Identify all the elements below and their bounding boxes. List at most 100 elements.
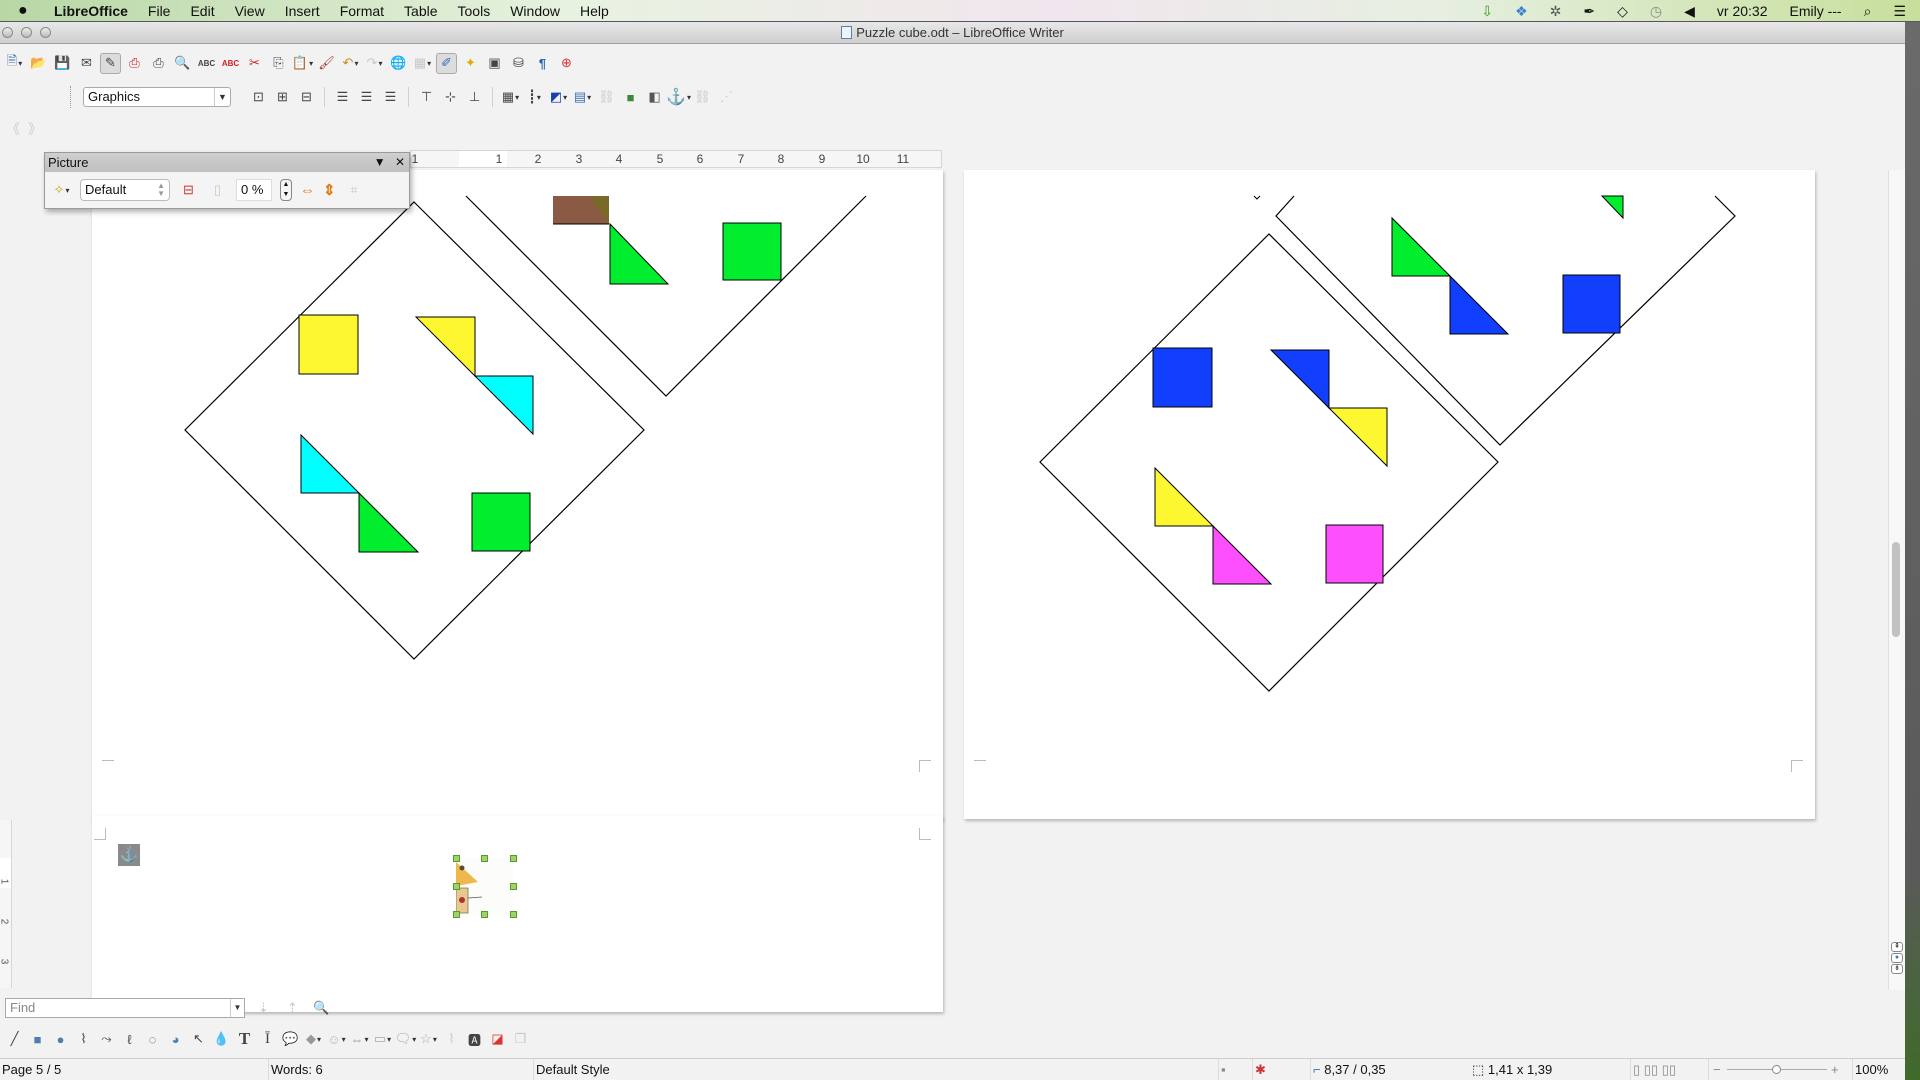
gallery-icon[interactable]: ▣: [484, 53, 505, 74]
cut-icon[interactable]: ✂: [244, 53, 265, 74]
page-count[interactable]: Page 5 / 5: [0, 1059, 61, 1080]
align-middle-icon[interactable]: ⊹: [440, 87, 461, 108]
block-arrows-icon[interactable]: ⇔: [349, 1029, 370, 1050]
blue-triangle[interactable]: [1449, 274, 1510, 335]
blue-square[interactable]: [1562, 274, 1621, 334]
green-square[interactable]: [722, 222, 782, 281]
page-bottom[interactable]: ⚓: [92, 816, 943, 1012]
close-icon[interactable]: ✕: [395, 155, 405, 169]
basic-shapes-icon[interactable]: ◆: [303, 1029, 324, 1050]
time-machine-icon[interactable]: ◷: [1650, 3, 1662, 20]
wrap-through-icon[interactable]: ⊟: [296, 87, 317, 108]
bring-to-front-icon[interactable]: ■: [620, 87, 641, 108]
menu-tools[interactable]: Tools: [458, 3, 491, 19]
large-diamond-outline[interactable]: [1039, 233, 1499, 692]
anchor-icon[interactable]: ⚓: [666, 87, 689, 108]
chevron-down-icon[interactable]: ▼: [230, 999, 244, 1017]
data-sources-icon[interactable]: ⛁: [508, 53, 529, 74]
resize-handle-sw[interactable]: [453, 911, 460, 918]
curve-icon[interactable]: ⤳: [96, 1029, 117, 1050]
menu-app[interactable]: LibreOffice: [54, 3, 128, 19]
new-document-icon[interactable]: 🗎: [4, 53, 25, 74]
align-left-icon[interactable]: ☰: [332, 87, 353, 108]
email-icon[interactable]: ✉: [76, 53, 97, 74]
menu-insert[interactable]: Insert: [285, 3, 320, 19]
transparency-input[interactable]: 0 %: [236, 179, 272, 201]
vertical-scrollbar[interactable]: ⇞ ● ⇟: [1888, 170, 1905, 990]
table-icon[interactable]: ▦: [412, 53, 433, 74]
freeform-icon[interactable]: ℓ: [119, 1029, 140, 1050]
export-pdf-icon[interactable]: ⎙: [124, 53, 145, 74]
menu-view[interactable]: View: [235, 3, 265, 19]
save-icon[interactable]: 💾: [52, 53, 73, 74]
yellow-triangle[interactable]: [414, 316, 476, 378]
text-icon[interactable]: T: [234, 1029, 255, 1050]
flip-horizontal-icon[interactable]: ⇔: [300, 182, 315, 199]
menu-table[interactable]: Table: [404, 3, 437, 19]
find-replace-icon[interactable]: 🔍: [311, 998, 332, 1019]
arc-icon[interactable]: ◌: [142, 1029, 163, 1050]
toolbar-options-icon[interactable]: ▼: [374, 155, 386, 169]
resize-handle-ne[interactable]: [510, 855, 517, 862]
download-tray-icon[interactable]: ⇩: [1481, 3, 1493, 20]
show-draw-functions-icon[interactable]: ✐: [436, 52, 457, 74]
find-next-icon[interactable]: ⇣: [253, 998, 274, 1019]
transparency-icon[interactable]: ▯: [207, 180, 228, 201]
menu-file[interactable]: File: [148, 3, 171, 19]
notification-list-icon[interactable]: ☰: [1893, 3, 1906, 20]
book-view-icon[interactable]: ▯▯: [1662, 1062, 1676, 1077]
transparency-stepper[interactable]: ▲ ▼: [280, 179, 292, 201]
resize-handle-w[interactable]: [453, 883, 460, 890]
ellipse-icon[interactable]: ●: [50, 1029, 71, 1050]
callouts-icon[interactable]: 🗨: [395, 1029, 416, 1050]
fit-text-icon[interactable]: Ī: [257, 1029, 278, 1050]
flip-vertical-icon[interactable]: ⇕: [323, 181, 336, 199]
green-square-lower[interactable]: [471, 492, 531, 552]
blue-triangle-upper[interactable]: [1269, 349, 1330, 410]
find-input[interactable]: Find ▼: [5, 998, 245, 1018]
hyperlink-icon[interactable]: 🌐: [388, 53, 409, 74]
redo-icon[interactable]: ↷: [364, 53, 385, 74]
green-triangle-partial[interactable]: [1600, 195, 1624, 220]
open-icon[interactable]: 📂: [28, 53, 49, 74]
scrollbar-thumb[interactable]: [1892, 542, 1900, 637]
resize-handle-se[interactable]: [510, 911, 517, 918]
formatting-marks-icon[interactable]: ¶: [532, 53, 553, 74]
wifi-icon[interactable]: ◇: [1617, 3, 1628, 20]
resize-handle-s[interactable]: [481, 911, 488, 918]
resize-handle-nw[interactable]: [453, 855, 460, 862]
symbol-shapes-icon[interactable]: ☺: [326, 1029, 347, 1050]
document-modified-icon[interactable]: ✱: [1252, 1059, 1266, 1080]
find-previous-icon[interactable]: ⇡: [282, 998, 303, 1019]
zoom-window-button[interactable]: [40, 27, 51, 38]
stars-icon[interactable]: ☆: [418, 1029, 439, 1050]
border-style-icon[interactable]: ┋: [524, 87, 545, 108]
navigator-icon[interactable]: ✦: [460, 53, 481, 74]
page-left-top[interactable]: [92, 170, 943, 819]
resize-handle-e[interactable]: [510, 883, 517, 890]
fontwork-gallery-icon[interactable]: 🅰: [464, 1029, 485, 1050]
yellow-triangle-upper[interactable]: [1327, 407, 1388, 468]
volume-icon[interactable]: ◀: [1684, 3, 1695, 20]
page-right-top[interactable]: [964, 170, 1815, 819]
link-frames-icon[interactable]: ⛓: [596, 87, 617, 108]
polygon-icon[interactable]: ⌇: [73, 1029, 94, 1050]
bluetooth-icon[interactable]: ✲: [1550, 3, 1562, 20]
word-count[interactable]: Words: 6: [268, 1059, 323, 1080]
previous-page-icon[interactable]: ⇞: [1891, 942, 1903, 952]
toolbar-grip[interactable]: [70, 86, 72, 108]
picture-toolbar-titlebar[interactable]: Picture ▼ ✕: [45, 153, 409, 172]
resize-handle-n[interactable]: [481, 855, 488, 862]
spellcheck-icon[interactable]: ABC: [196, 53, 217, 74]
background-color-icon[interactable]: ▤: [572, 87, 593, 108]
line-icon[interactable]: ╱: [4, 1029, 25, 1050]
menu-format[interactable]: Format: [340, 3, 384, 19]
vertical-ruler[interactable]: 1 2 3: [0, 820, 12, 988]
page-style[interactable]: Default Style: [533, 1059, 610, 1080]
horizontal-ruler[interactable]: 1 1 2 3 4 5 6 7 8 9 10 11: [410, 150, 942, 168]
selection-mode-icon[interactable]: ▪: [1218, 1059, 1226, 1080]
selected-picture[interactable]: [456, 858, 513, 915]
large-diamond-outline[interactable]: [184, 201, 645, 660]
points-icon[interactable]: ⌇: [441, 1029, 462, 1050]
pen-icon[interactable]: ✒: [1583, 3, 1595, 20]
